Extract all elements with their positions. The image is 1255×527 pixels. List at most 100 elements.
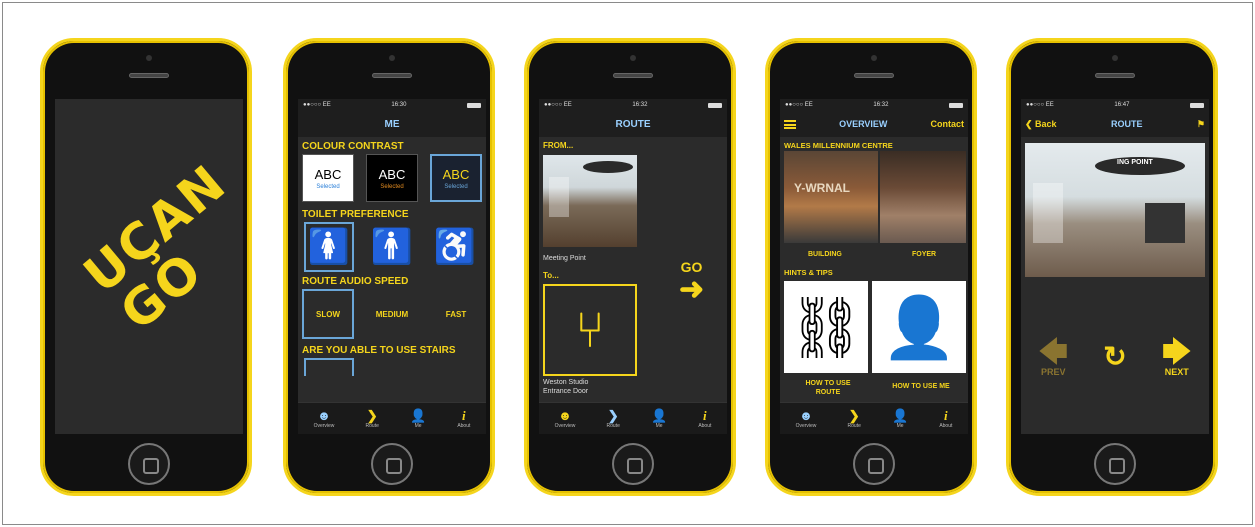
phone-splash: UÇAN GO — [40, 38, 252, 496]
flag-icon[interactable]: ⚑ — [1197, 119, 1205, 130]
tab-me[interactable]: 👤 Me — [410, 408, 426, 429]
contrast-option-yellow[interactable]: ABC Selected — [430, 154, 482, 202]
foyer-photo[interactable] — [880, 151, 966, 243]
tab-label: About — [939, 423, 953, 429]
share-route-icon[interactable]: ⛓ — [784, 281, 868, 373]
menu-icon[interactable] — [784, 119, 796, 129]
speed-fast-button[interactable]: FAST — [430, 289, 482, 339]
contrast-option-black[interactable]: ABC Selected — [366, 154, 418, 202]
camera — [1112, 55, 1118, 61]
battery-icon — [1190, 102, 1204, 108]
venue-heading: WALES MILLENNIUM CENTRE — [784, 141, 893, 150]
back-label: Back — [1035, 118, 1057, 129]
to-heading: To... — [543, 271, 559, 280]
tab-label: About — [457, 423, 471, 429]
tab-label: Me — [414, 423, 422, 429]
status-bar: ●●○○○ EE 16:30 — [298, 99, 486, 111]
building-label: BUILDING — [808, 251, 842, 258]
stairs-option[interactable] — [304, 358, 354, 376]
splash-screen: UÇAN GO — [55, 99, 243, 434]
phone-me: ●●○○○ EE 16:30 ME COLOUR CONTRAST ABC Se… — [283, 38, 495, 496]
next-button[interactable]: 🡆 NEXT — [1162, 337, 1191, 378]
contrast-option-white[interactable]: ABC Selected — [302, 154, 354, 202]
speaker — [1095, 73, 1135, 78]
toilet-heading: TOILET PREFERENCE — [302, 209, 409, 220]
status-time: 16:32 — [632, 102, 648, 108]
tab-me[interactable]: 👤 Me — [892, 408, 908, 429]
tab-route[interactable]: ❯ Route — [607, 408, 620, 429]
accessible-toilet-icon[interactable]: ♿ — [430, 222, 480, 272]
home-button[interactable] — [612, 443, 654, 485]
female-toilet-icon[interactable]: 🚺 — [304, 222, 354, 272]
person-silhouette-icon[interactable]: 👤 — [872, 281, 966, 373]
chevron-right-icon: ❯ — [848, 408, 860, 423]
photo-window — [1033, 183, 1063, 243]
status-bar: ●●○○○ EE 16:32 — [780, 99, 968, 111]
tab-overview[interactable]: ☻ Overview — [314, 408, 335, 429]
from-heading: FROM... — [543, 141, 574, 150]
status-time: 16:32 — [873, 102, 889, 108]
page-title: ME — [384, 118, 400, 130]
theatre-masks-icon: ☻ — [558, 408, 572, 423]
theatre-masks-icon: ☻ — [317, 408, 331, 423]
home-button[interactable] — [1094, 443, 1136, 485]
route-controls: 🡄 PREV ↻ 🡆 NEXT — [1021, 337, 1209, 378]
speed-slow-button[interactable]: SLOW — [302, 289, 354, 339]
tab-bar: ☻ Overview ❯ Route 👤 Me i About — [780, 402, 968, 434]
prev-button[interactable]: 🡄 PREV — [1039, 337, 1068, 378]
tab-about[interactable]: i About — [698, 408, 711, 429]
nav-bar: ME — [298, 111, 486, 137]
destination-chair-icon[interactable]: ⑂ — [543, 284, 637, 376]
option-state: Selected — [380, 183, 404, 190]
tab-label: Overview — [554, 423, 576, 429]
contact-link[interactable]: Contact — [930, 119, 964, 129]
tab-overview[interactable]: ☻ Overview — [796, 408, 817, 429]
nav-bar: ROUTE — [539, 111, 727, 137]
tab-route[interactable]: ❯ Route — [366, 408, 379, 429]
route-step-screen: ●●○○○ EE 16:47 ❮ Back ROUTE ⚑ ING POINT … — [1021, 99, 1209, 434]
stairs-heading: ARE YOU ABLE TO USE STAIRS — [302, 345, 456, 356]
speaker — [854, 73, 894, 78]
info-icon: i — [944, 408, 948, 423]
route-step-photo: ING POINT — [1025, 143, 1205, 277]
building-photo[interactable]: Y-WRNAL — [784, 151, 878, 243]
phone-route: ●●○○○ EE 16:32 ROUTE FROM... Meeting Poi… — [524, 38, 736, 496]
option-state: Selected — [444, 183, 468, 190]
tab-about[interactable]: i About — [457, 408, 470, 429]
back-button[interactable]: ❮ Back — [1025, 119, 1057, 130]
tab-overview[interactable]: ☻ Overview — [555, 408, 576, 429]
to-label-line2: Entrance Door — [543, 388, 589, 395]
tab-label: Route — [365, 423, 379, 429]
male-toilet-icon[interactable]: 🚹 — [367, 222, 417, 272]
option-state: Selected — [316, 183, 340, 190]
tab-route[interactable]: ❯ Route — [848, 408, 861, 429]
hint2-label: HOW TO USE ME — [892, 383, 950, 390]
go-button[interactable]: GO ➜ — [679, 259, 704, 305]
carrier-text: ●●○○○ EE — [1026, 102, 1054, 108]
hint1-label: HOW TO USE ROUTE — [786, 379, 870, 397]
camera — [871, 55, 877, 61]
tab-label: About — [698, 423, 712, 429]
arrow-right-icon: ➜ — [679, 273, 705, 306]
home-button[interactable] — [371, 443, 413, 485]
option-text: ABC — [314, 166, 342, 182]
next-label: NEXT — [1164, 367, 1189, 377]
home-button[interactable] — [128, 443, 170, 485]
home-button[interactable] — [853, 443, 895, 485]
colour-contrast-heading: COLOUR CONTRAST — [302, 141, 404, 152]
tab-label: Overview — [313, 423, 335, 429]
replay-button[interactable]: ↻ — [1103, 342, 1126, 372]
tab-me[interactable]: 👤 Me — [651, 408, 667, 429]
meeting-point-photo[interactable] — [543, 155, 637, 247]
camera — [630, 55, 636, 61]
tab-about[interactable]: i About — [939, 408, 952, 429]
me-screen: ●●○○○ EE 16:30 ME COLOUR CONTRAST ABC Se… — [298, 99, 486, 434]
speed-medium-button[interactable]: MEDIUM — [366, 289, 418, 339]
battery-icon — [708, 102, 722, 108]
nav-bar: ❮ Back ROUTE ⚑ — [1021, 111, 1209, 137]
carrier-text: ●●○○○ EE — [785, 102, 813, 108]
tab-label: Overview — [795, 423, 817, 429]
status-time: 16:47 — [1114, 102, 1130, 108]
battery-icon — [467, 102, 481, 108]
chevron-left-icon: ❮ — [1025, 118, 1036, 129]
